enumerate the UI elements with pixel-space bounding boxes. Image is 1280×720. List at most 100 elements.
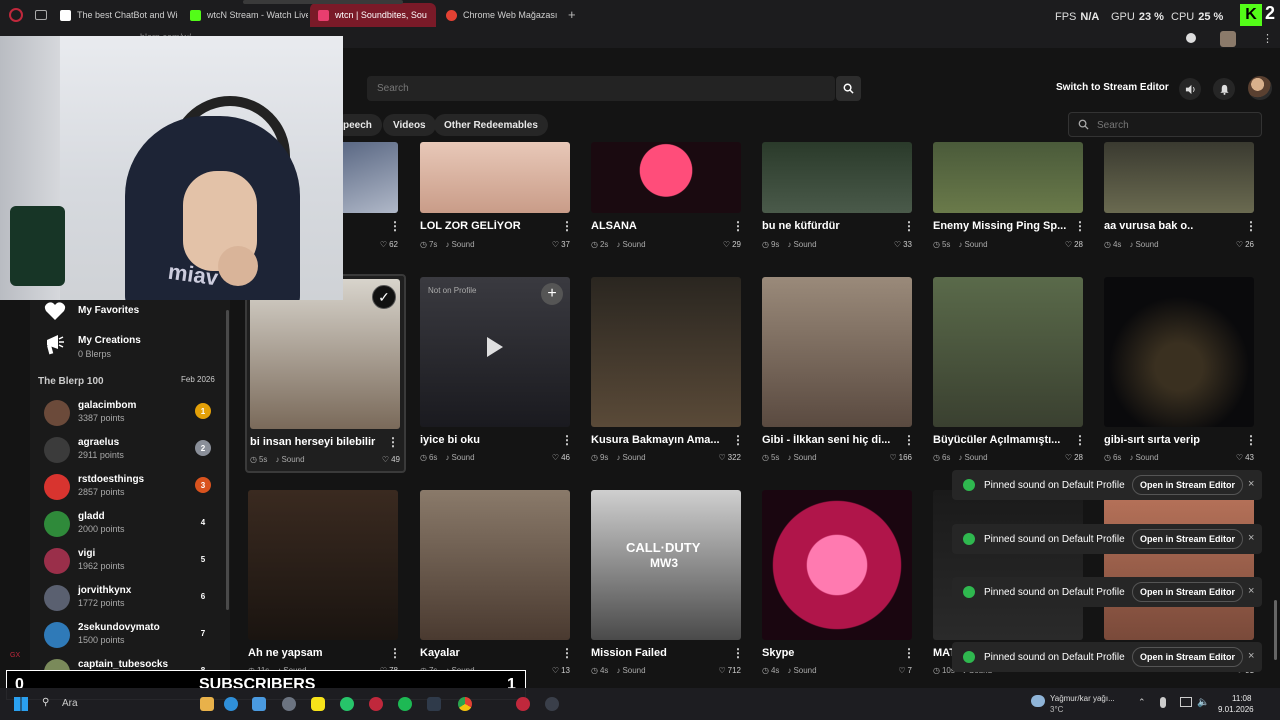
likes[interactable]: ♡ 43 <box>1236 453 1254 462</box>
card-thumbnail[interactable] <box>420 490 570 640</box>
leaderboard-row[interactable]: galacimbom 3387 points 1 <box>44 398 214 430</box>
card-menu-icon[interactable]: ⋮ <box>903 646 915 660</box>
likes[interactable]: ♡ 28 <box>1065 453 1083 462</box>
card-title[interactable]: Enemy Missing Ping Sp... <box>933 220 1067 232</box>
card-title[interactable]: Mission Failed <box>591 647 725 659</box>
likes[interactable]: ♡ 26 <box>1236 240 1254 249</box>
kick-logo-icon[interactable]: K <box>1240 4 1262 26</box>
app-icon[interactable] <box>427 697 441 711</box>
chip-videos[interactable]: Videos <box>383 114 436 136</box>
likes[interactable]: ♡ 49 <box>382 455 400 464</box>
likes[interactable]: ♡ 46 <box>552 453 570 462</box>
close-icon[interactable]: × <box>1248 585 1254 597</box>
opera-gx-taskbar-icon[interactable] <box>369 697 383 711</box>
snapchat-icon[interactable] <box>311 697 325 711</box>
card-menu-icon[interactable]: ⋮ <box>387 435 399 449</box>
settings-icon[interactable] <box>282 697 296 711</box>
weather-icon[interactable] <box>1031 695 1045 707</box>
clock-date[interactable]: 9.01.2026 <box>1218 705 1254 714</box>
card-title[interactable]: bu ne küfürdür <box>762 220 896 232</box>
tab-blerp-active[interactable]: wtcn | Soundbites, Sou <box>310 3 436 27</box>
leaderboard-row[interactable]: rstdoesthings 2857 points 3 <box>44 472 214 504</box>
whatsapp-icon[interactable] <box>340 697 354 711</box>
leaderboard-row[interactable]: jorvithkynx 1772 points 6 <box>44 583 214 615</box>
sidebar-item-my-creations[interactable]: My Creations 0 Blerps <box>44 334 141 359</box>
card-menu-icon[interactable]: ⋮ <box>903 219 915 233</box>
pinned-check-icon[interactable]: ✓ <box>372 285 396 309</box>
tray-chevron-icon[interactable]: ⌃ <box>1138 697 1146 708</box>
workspace-icon[interactable] <box>35 10 47 20</box>
card-thumbnail[interactable] <box>1104 490 1254 640</box>
play-icon[interactable] <box>487 337 503 357</box>
profile-icon[interactable] <box>1220 31 1236 47</box>
blerp-card[interactable]: ✓ bi insan herseyi bilebilir ⋮ ◷ 5s ♪ Sound ♡ 49 <box>243 0 406 473</box>
card-menu-icon[interactable]: ⋮ <box>1074 433 1086 447</box>
close-icon[interactable]: × <box>1248 650 1254 662</box>
filter-search-input[interactable]: Search <box>1068 112 1262 137</box>
card-title[interactable]: Gibi - İlkkan seni hiç di... <box>762 434 896 446</box>
microphone-icon[interactable] <box>1160 697 1166 708</box>
leaderboard-row[interactable]: gladd 2000 points 4 <box>44 509 214 541</box>
card-thumbnail[interactable] <box>591 142 741 213</box>
card-title[interactable]: bi insan herseyi bilebilir <box>250 436 384 448</box>
card-menu-icon[interactable]: ⋮ <box>1245 433 1257 447</box>
leaderboard-row[interactable]: agraelus 2911 points 2 <box>44 435 214 467</box>
card-title[interactable]: ALSANA <box>591 220 725 232</box>
speaker-icon[interactable]: 🔈 <box>1197 697 1209 708</box>
card-title[interactable]: Büyücüler Açılmamıştı... <box>933 434 1067 446</box>
card-thumbnail[interactable] <box>933 277 1083 427</box>
card-menu-icon[interactable]: ⋮ <box>732 646 744 660</box>
switch-to-stream-editor-link[interactable]: Switch to Stream Editor <box>1056 82 1169 93</box>
card-thumbnail[interactable] <box>1104 142 1254 213</box>
card-thumbnail[interactable] <box>1104 277 1254 427</box>
taskbar-search[interactable]: ⚲ Ara <box>36 694 146 714</box>
card-title[interactable]: Ah ne yapsam <box>248 647 382 659</box>
spotify-icon[interactable] <box>398 697 412 711</box>
steam-icon[interactable] <box>545 697 559 711</box>
likes[interactable]: ♡ 62 <box>380 240 398 249</box>
open-in-stream-editor-button[interactable]: Open in Stream Editor <box>1132 529 1244 549</box>
clock-time[interactable]: 11:08 <box>1232 694 1251 703</box>
card-thumbnail[interactable] <box>591 277 741 427</box>
leaderboard-row[interactable]: vigi 1962 points 5 <box>44 546 214 578</box>
card-title[interactable]: Kusura Bakmayın Ama... <box>591 434 725 446</box>
likes[interactable]: ♡ 7 <box>898 666 912 675</box>
card-menu-icon[interactable]: ⋮ <box>732 433 744 447</box>
card-thumbnail[interactable] <box>762 277 912 427</box>
leaderboard-row[interactable]: 2sekundovymato 1500 points 7 <box>44 620 214 652</box>
likes[interactable]: ♡ 33 <box>894 240 912 249</box>
windows-start-icon[interactable] <box>14 697 28 711</box>
search-input[interactable]: Search <box>367 76 835 101</box>
likes[interactable]: ♡ 29 <box>723 240 741 249</box>
card-menu-icon[interactable]: ⋮ <box>903 433 915 447</box>
card-menu-icon[interactable]: ⋮ <box>1074 219 1086 233</box>
close-icon[interactable]: × <box>1248 478 1254 490</box>
new-tab-button[interactable]: + <box>568 7 576 22</box>
card-thumbnail[interactable] <box>762 142 912 213</box>
likes[interactable]: ♡ 322 <box>718 453 741 462</box>
open-in-stream-editor-button[interactable]: Open in Stream Editor <box>1132 647 1244 667</box>
chrome-icon[interactable] <box>458 697 472 711</box>
likes[interactable]: ♡ 28 <box>1065 240 1083 249</box>
opera-gx-active-icon[interactable] <box>516 697 530 711</box>
tab-chatbot[interactable]: The best ChatBot and Wid <box>52 3 178 27</box>
sidebar-scrollbar[interactable] <box>226 310 229 610</box>
extension-icon[interactable] <box>1186 33 1196 43</box>
sidebar-item-my-favorites[interactable]: My Favorites <box>44 301 139 321</box>
card-thumbnail[interactable] <box>248 490 398 640</box>
card-menu-icon[interactable]: ⋮ <box>1245 219 1257 233</box>
network-icon[interactable] <box>1180 697 1192 707</box>
card-title[interactable]: Skype <box>762 647 896 659</box>
menu-icon[interactable]: ⋮ <box>1262 32 1273 45</box>
volume-button[interactable] <box>1179 78 1201 100</box>
user-avatar[interactable] <box>1248 76 1272 100</box>
card-menu-icon[interactable]: ⋮ <box>561 646 573 660</box>
weather-condition[interactable]: Yağmur/kar yağı... <box>1050 694 1115 703</box>
store-icon[interactable] <box>252 697 266 711</box>
tab-kick-stream[interactable]: wtcN Stream - Watch Live <box>182 3 308 27</box>
notifications-button[interactable] <box>1213 78 1235 100</box>
opera-logo-icon[interactable] <box>9 8 23 22</box>
add-to-profile-icon[interactable]: + <box>541 283 563 305</box>
likes[interactable]: ♡ 712 <box>718 666 741 675</box>
edge-icon[interactable] <box>224 697 238 711</box>
